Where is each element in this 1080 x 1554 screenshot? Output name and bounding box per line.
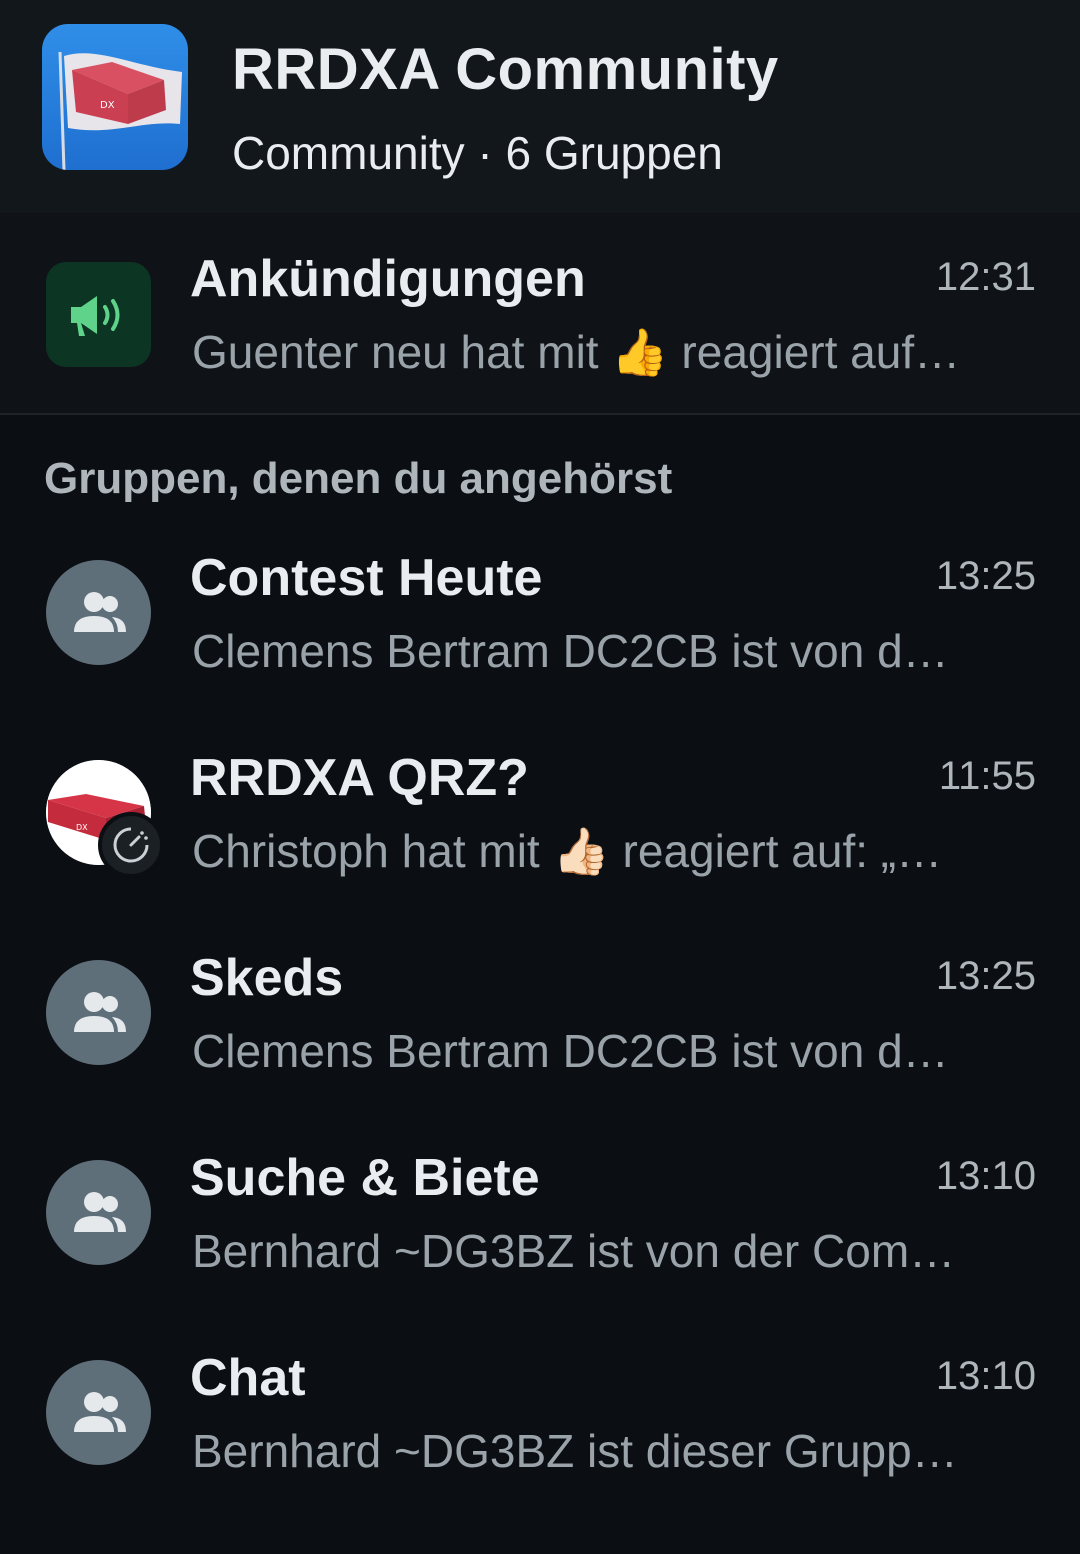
group-title: Skeds — [190, 949, 344, 1007]
announcements-title: Ankündigungen — [190, 250, 586, 308]
thumbs-up-emoji: 👍🏻 — [552, 825, 610, 877]
community-header[interactable]: DX RRDXA Community Community · 6 Gruppen — [0, 0, 1080, 213]
group-time: 13:10 — [935, 1354, 1036, 1398]
preview-text: Christoph hat mit — [192, 825, 553, 877]
group-icon — [73, 1191, 126, 1232]
thumbs-up-emoji: 👍 — [611, 326, 669, 378]
flag-icon: DX — [58, 51, 182, 170]
group-time: 13:10 — [935, 1154, 1036, 1198]
section-label: Gruppen, denen du angehörst — [44, 454, 673, 503]
group-preview: Clemens Bertram DC2CB ist von d… — [192, 625, 949, 677]
community-title: RRDXA Community — [232, 37, 779, 102]
group-row-skeds[interactable]: Skeds 13:25 Clemens Bertram DC2CB ist vo… — [0, 914, 1080, 1114]
svg-text:DX: DX — [100, 100, 115, 111]
megaphone-icon — [70, 295, 119, 336]
group-avatar: DX — [46, 760, 164, 878]
group-preview: Christoph hat mit 👍🏻 reagiert auf: „… — [192, 824, 1022, 879]
group-avatar — [46, 960, 151, 1065]
svg-text:DX: DX — [76, 823, 88, 832]
group-time: 11:55 — [938, 754, 1036, 798]
group-icon — [73, 591, 126, 632]
announcements-preview: Guenter neu hat mit 👍 reagiert auf… — [192, 325, 1022, 380]
preview-text: Guenter neu hat mit — [192, 326, 612, 378]
disappearing-timer-badge — [98, 812, 164, 878]
group-title: Chat — [190, 1349, 306, 1407]
group-icon — [73, 991, 126, 1032]
group-preview: Clemens Bertram DC2CB ist von d… — [192, 1025, 949, 1077]
group-time: 13:25 — [935, 954, 1036, 998]
group-icon — [73, 1391, 126, 1432]
group-title: Contest Heute — [190, 549, 543, 607]
group-row-rrdxa-qrz[interactable]: DX RRDXA QRZ? 11:55 Christoph hat mit 👍🏻… — [0, 714, 1080, 914]
announcements-avatar — [46, 262, 151, 367]
disappearing-timer-icon — [113, 827, 149, 863]
group-preview: Bernhard ~DG3BZ ist dieser Grupp… — [192, 1425, 958, 1477]
group-avatar — [46, 1360, 151, 1465]
announcements-time: 12:31 — [935, 255, 1036, 299]
community-subtitle: Community · 6 Gruppen — [232, 127, 723, 179]
group-row-chat[interactable]: Chat 13:10 Bernhard ~DG3BZ ist dieser Gr… — [0, 1314, 1080, 1514]
group-title: RRDXA QRZ? — [190, 749, 529, 807]
group-avatar — [46, 560, 151, 665]
preview-text: reagiert auf: „… — [609, 825, 943, 877]
group-time: 13:25 — [935, 554, 1036, 598]
group-row-suche-biete[interactable]: Suche & Biete 13:10 Bernhard ~DG3BZ ist … — [0, 1114, 1080, 1314]
preview-text: reagiert auf… — [668, 326, 961, 378]
announcements-row[interactable]: Ankündigungen 12:31 Guenter neu hat mit … — [0, 213, 1080, 413]
group-avatar — [46, 1160, 151, 1265]
group-title: Suche & Biete — [190, 1149, 540, 1207]
community-avatar[interactable]: DX — [42, 24, 188, 170]
group-preview: Bernhard ~DG3BZ ist von der Com… — [192, 1225, 956, 1277]
group-row-contest-heute[interactable]: Contest Heute 13:25 Clemens Bertram DC2C… — [0, 514, 1080, 714]
divider — [0, 413, 1080, 415]
